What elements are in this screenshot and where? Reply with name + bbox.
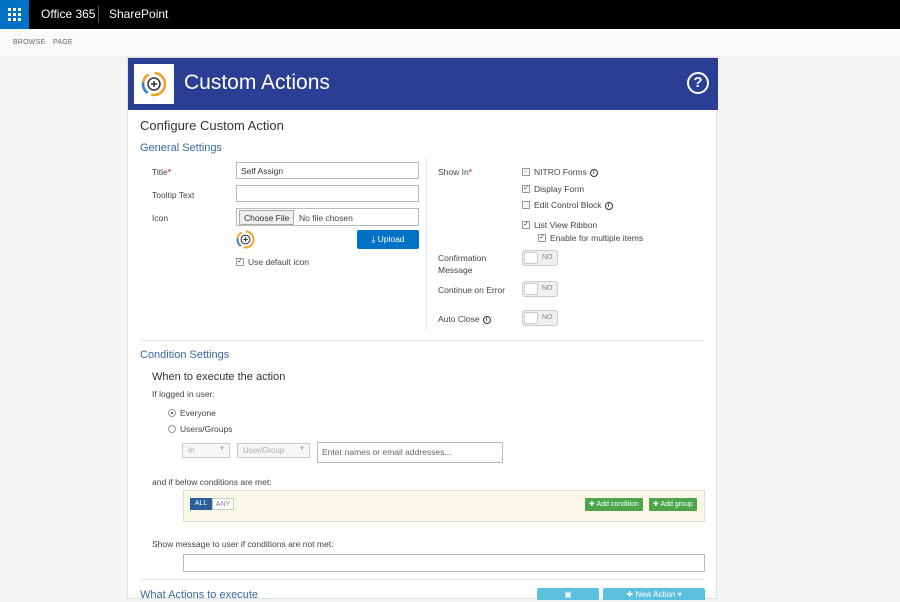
enable-multiple-items-label: Enable for multiple items [550, 233, 644, 243]
confirmation-message-toggle[interactable]: NO [522, 250, 558, 266]
condition-settings-heading: Condition Settings [140, 349, 230, 361]
suite-bar: Office 365 SharePoint [0, 0, 900, 29]
file-picker: Choose File No file chosen [236, 208, 419, 226]
display-form-label: Display Form [534, 184, 585, 194]
list-view-ribbon-checkbox[interactable]: ✓ [522, 221, 530, 229]
add-group-button[interactable]: ✚ Add group [649, 498, 697, 511]
message-input[interactable] [183, 554, 705, 572]
nitro-forms-checkbox[interactable]: ✓ [522, 168, 530, 176]
auto-close-label: Auto Close i [438, 314, 491, 324]
panel-header: Custom Actions ? [128, 58, 718, 110]
configure-heading: Configure Custom Action [140, 118, 284, 133]
use-default-icon-label: Use default icon [248, 257, 309, 267]
general-settings-heading: General Settings [140, 142, 222, 154]
column-divider [426, 158, 427, 330]
custom-actions-panel: Custom Actions ? Configure Custom Action… [127, 57, 718, 601]
when-to-execute-heading: When to execute the action [152, 371, 286, 383]
upload-button[interactable]: ⤓ Upload [357, 230, 419, 249]
condition-builder: ALL ANY ✚ Add condition ✚ Add group [183, 490, 705, 522]
any-toggle[interactable]: ANY [212, 498, 234, 510]
use-default-icon-checkbox[interactable]: ✓ [236, 258, 244, 266]
display-form-checkbox[interactable]: ✓ [522, 185, 530, 193]
section-divider [140, 340, 705, 341]
everyone-radio[interactable] [168, 409, 176, 417]
default-icon-preview-icon [236, 230, 255, 254]
tab-page[interactable]: PAGE [53, 39, 73, 46]
enable-multiple-items-checkbox[interactable]: ✓ [538, 234, 546, 242]
choose-file-button[interactable]: Choose File [239, 210, 295, 225]
save-icon[interactable]: ▣ [537, 588, 599, 600]
edit-control-block-info-icon[interactable]: i [604, 201, 613, 210]
title-label: Title* [152, 167, 172, 177]
sharepoint-link[interactable]: SharePoint [109, 7, 168, 21]
no-file-text: No file chosen [299, 213, 353, 223]
nitro-forms-label: NITRO Forms i [534, 167, 598, 177]
in-select[interactable]: In ▼ [182, 443, 230, 458]
edit-control-block-checkbox[interactable] [522, 201, 530, 209]
users-groups-label: Users/Groups [180, 424, 233, 434]
custom-actions-logo-icon [134, 64, 174, 104]
brand-divider [98, 6, 99, 23]
help-icon[interactable]: ? [687, 72, 709, 94]
names-input[interactable]: Enter names or email addresses... [317, 442, 503, 463]
usergroup-select[interactable]: User/Group ▼ [237, 443, 310, 458]
show-in-label: Show In* [438, 167, 473, 177]
app-launcher-icon[interactable] [0, 0, 29, 29]
if-logged-label: If logged in user: [152, 389, 215, 399]
below-conditions-label: and if below conditions are met: [152, 477, 272, 487]
new-action-button[interactable]: ✚ New Action ▾ [603, 588, 705, 600]
edit-control-block-label: Edit Control Block i [534, 200, 613, 210]
tooltip-label: Tooltip Text [152, 190, 195, 200]
show-message-label: Show message to user if conditions are n… [152, 539, 334, 549]
tab-browse[interactable]: BROWSE [13, 39, 45, 46]
list-view-ribbon-label: List View Ribbon [534, 220, 598, 230]
continue-on-error-label: Continue on Error [438, 285, 506, 295]
office365-brand[interactable]: Office 365 [41, 7, 95, 21]
nitro-forms-info-icon[interactable]: i [589, 168, 598, 177]
section-divider-2 [140, 579, 705, 580]
continue-on-error-toggle[interactable]: NO [522, 281, 558, 297]
ribbon-bar: BROWSE PAGE [0, 29, 900, 57]
icon-label: Icon [152, 213, 169, 223]
actions-heading: What Actions to execute [140, 589, 259, 601]
title-input[interactable]: Self Assign [236, 162, 419, 179]
add-condition-button[interactable]: ✚ Add condition [585, 498, 643, 511]
auto-close-info-icon[interactable]: i [482, 315, 491, 324]
page-title: Custom Actions [184, 71, 330, 94]
confirmation-message-label: Confirmation Message [438, 253, 487, 275]
tooltip-input[interactable] [236, 185, 419, 202]
users-groups-radio[interactable] [168, 425, 176, 433]
everyone-label: Everyone [180, 408, 216, 418]
auto-close-toggle[interactable]: NO [522, 310, 558, 326]
all-toggle[interactable]: ALL [190, 498, 212, 510]
